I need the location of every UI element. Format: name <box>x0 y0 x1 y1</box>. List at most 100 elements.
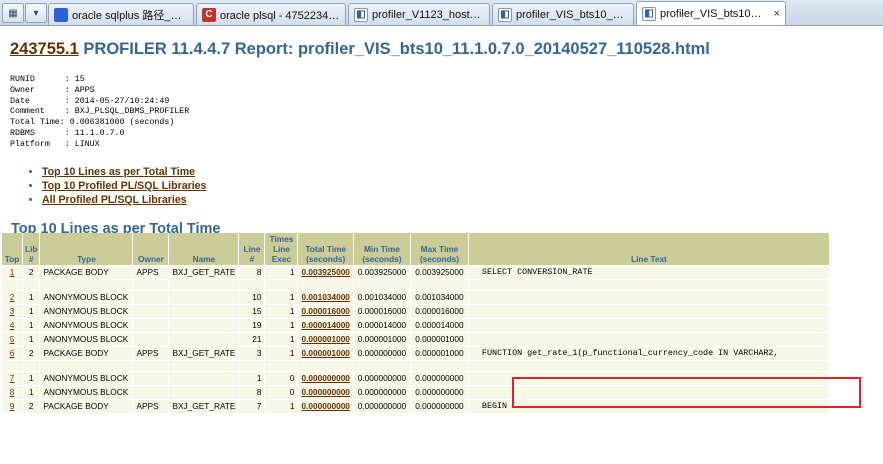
col-top: Top <box>2 233 22 265</box>
cell-top-link[interactable]: 7 <box>10 373 15 383</box>
col-line-text: Line Text <box>468 233 829 265</box>
cell-name: BXJ_GET_RATE <box>169 400 239 413</box>
cell-min: 0.000000000 <box>353 386 410 399</box>
cell-max: 0.000016000 <box>410 305 468 318</box>
cell-total-link[interactable]: 0.000000000 <box>301 401 349 411</box>
cell-lib: 1 <box>23 305 40 318</box>
browser-tab-label: profiler_VIS_bts10_11.1… <box>660 7 768 20</box>
table-row: 8 1 ANONYMOUS BLOCK 8 0 0.000000000 0.00000000… <box>2 386 829 399</box>
cell-min: 0.000000000 <box>353 347 410 360</box>
cell-line: 10 <box>239 291 265 304</box>
tab-list-dropdown-icon[interactable]: ▾ <box>25 3 47 23</box>
cell-top[interactable]: 2 <box>2 291 22 304</box>
csdn-icon: C <box>202 7 216 22</box>
cell-total[interactable]: 0.000001000 <box>298 347 353 360</box>
cell-text <box>468 386 829 399</box>
close-tab-icon[interactable]: × <box>774 8 780 20</box>
cell-total[interactable]: 0.000000000 <box>298 386 353 399</box>
cell-lib: 2 <box>23 347 40 360</box>
cell-total[interactable]: 0.000016000 <box>298 305 353 318</box>
table-row: 5 1 ANONYMOUS BLOCK 21 1 0.000001000 0.0000010… <box>2 333 829 346</box>
link-top10-lines[interactable]: Top 10 Lines as per Total Time <box>42 166 195 178</box>
note-link[interactable]: 243755.1 <box>10 40 79 58</box>
spacer-cell <box>2 361 22 371</box>
section-links: Top 10 Lines as per Total Time Top 10 Pr… <box>10 165 883 207</box>
browser-tab-label: profiler_V1123_host01_11.2… <box>372 8 484 21</box>
spacer-cell <box>40 361 133 371</box>
cell-top-link[interactable]: 5 <box>10 334 15 344</box>
browser-tab[interactable]: ◧ profiler_VIS_bts10_11.1… × <box>636 1 786 25</box>
cell-owner <box>133 319 169 332</box>
cell-min: 0.001034000 <box>353 291 410 304</box>
cell-owner <box>133 291 169 304</box>
table-header-row: Top Lib # Type Owner Name Line # Times L… <box>2 233 829 265</box>
cell-min: 0.000014000 <box>353 319 410 332</box>
cell-top[interactable]: 3 <box>2 305 22 318</box>
col-total-time: Total Time (seconds) <box>298 233 353 265</box>
cell-top[interactable]: 6 <box>2 347 22 360</box>
cell-top[interactable]: 5 <box>2 333 22 346</box>
cell-total-link[interactable]: 0.000001000 <box>301 348 349 358</box>
browser-tab[interactable]: 🐾 oracle sqlplus 路径_百度搜… <box>48 3 194 25</box>
cell-total[interactable]: 0.003925000 <box>298 266 353 279</box>
cell-top-link[interactable]: 3 <box>10 306 15 316</box>
col-owner: Owner <box>133 233 169 265</box>
cell-top-link[interactable]: 9 <box>10 401 15 411</box>
cell-total-link[interactable]: 0.000000000 <box>301 387 349 397</box>
cell-exec: 1 <box>265 333 298 346</box>
spacer-cell <box>23 361 40 371</box>
cell-total[interactable]: 0.000000000 <box>298 400 353 413</box>
cell-line: 8 <box>239 386 265 399</box>
cell-total-link[interactable]: 0.003925000 <box>301 267 349 277</box>
page-icon: ◧ <box>642 6 656 21</box>
cell-max: 0.001034000 <box>410 291 468 304</box>
link-top10-libraries[interactable]: Top 10 Profiled PL/SQL Libraries <box>42 180 206 192</box>
link-all-libraries[interactable]: All Profiled PL/SQL Libraries <box>42 194 187 206</box>
cell-total-link[interactable]: 0.000001000 <box>301 334 349 344</box>
cell-line: 7 <box>239 400 265 413</box>
cell-exec: 1 <box>265 347 298 360</box>
cell-top-link[interactable]: 1 <box>10 267 15 277</box>
cell-exec: 1 <box>265 319 298 332</box>
cell-text <box>468 319 829 332</box>
cell-max: 0.003925000 <box>410 266 468 279</box>
browser-tab[interactable]: Coracle plsql - 47522341的… <box>196 3 346 25</box>
cell-top-link[interactable]: 2 <box>10 292 15 302</box>
cell-total[interactable]: 0.000014000 <box>298 319 353 332</box>
browser-tab[interactable]: ◧ profiler_VIS_bts10_11.1.0.7… <box>492 3 634 25</box>
browser-tab[interactable]: ◧ profiler_V1123_host01_11.2… <box>348 3 490 25</box>
cell-top-link[interactable]: 6 <box>10 348 15 358</box>
cell-total[interactable]: 0.000000000 <box>298 372 353 385</box>
table-row: 3 1 ANONYMOUS BLOCK 15 1 0.000016000 0.0000160… <box>2 305 829 318</box>
cell-line: 19 <box>239 319 265 332</box>
cell-owner <box>133 305 169 318</box>
cell-max: 0.000014000 <box>410 319 468 332</box>
cell-owner: APPS <box>133 266 169 279</box>
cell-total-link[interactable]: 0.001034000 <box>301 292 349 302</box>
spacer-cell <box>468 280 829 290</box>
cell-owner <box>133 372 169 385</box>
spacer-cell <box>298 280 353 290</box>
top-lines-table: Top Lib # Type Owner Name Line # Times L… <box>1 232 830 414</box>
cell-top[interactable]: 8 <box>2 386 22 399</box>
cell-line: 21 <box>239 333 265 346</box>
cell-total-link[interactable]: 0.000014000 <box>301 320 349 330</box>
cell-total-link[interactable]: 0.000000000 <box>301 373 349 383</box>
spacer-cell <box>410 361 468 371</box>
cell-exec: 0 <box>265 386 298 399</box>
cell-text <box>468 372 829 385</box>
cell-top-link[interactable]: 4 <box>10 320 15 330</box>
cell-top[interactable]: 4 <box>2 319 22 332</box>
cell-total[interactable]: 0.001034000 <box>298 291 353 304</box>
spacer-cell <box>298 361 353 371</box>
cell-type: ANONYMOUS BLOCK <box>40 372 133 385</box>
cell-total-link[interactable]: 0.000016000 <box>301 306 349 316</box>
cell-top-link[interactable]: 8 <box>10 387 15 397</box>
cell-text <box>468 305 829 318</box>
cell-top[interactable]: 9 <box>2 400 22 413</box>
cell-top[interactable]: 7 <box>2 372 22 385</box>
cell-top[interactable]: 1 <box>2 266 22 279</box>
tab-grid-icon[interactable]: ▦ <box>2 3 24 23</box>
cell-total[interactable]: 0.000001000 <box>298 333 353 346</box>
cell-text <box>468 291 829 304</box>
